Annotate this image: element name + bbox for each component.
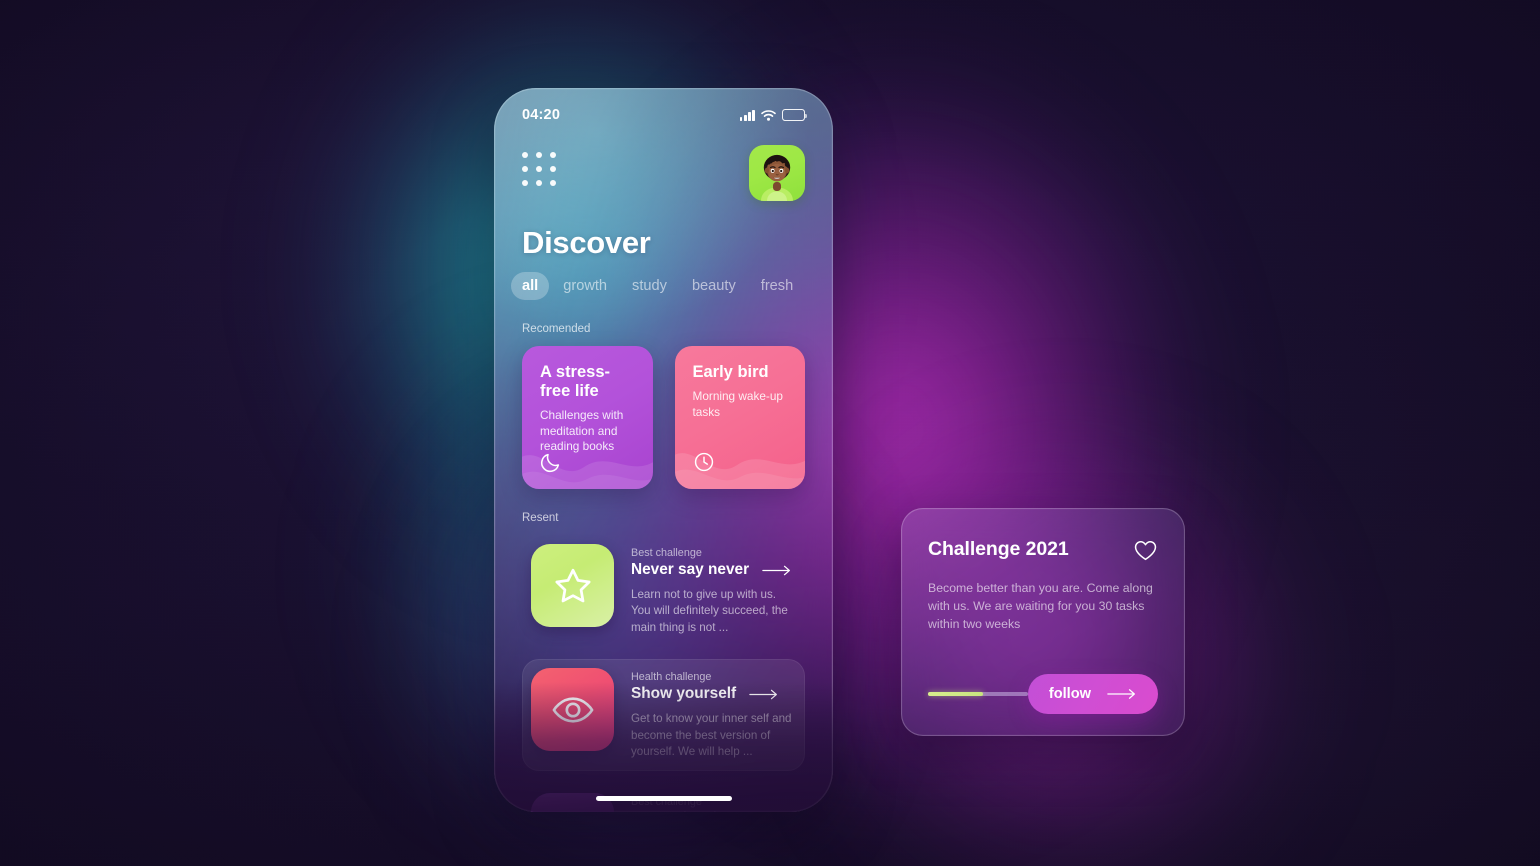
status-icons: [739, 109, 808, 121]
recent-item-kicker: Health challenge: [631, 671, 712, 684]
phone-screen: 04:20 Discover all growth study beauty f…: [494, 88, 833, 812]
recent-list: Best challenge Never say never Learn not…: [522, 535, 805, 812]
progress-bar-fill: [928, 692, 983, 696]
avatar[interactable]: [749, 145, 805, 201]
signal-bars-icon: [739, 109, 755, 121]
page-title: Discover: [522, 225, 651, 260]
heart-icon[interactable]: [1133, 539, 1158, 562]
recent-item-body: Health challenge Show yourself Get to kn…: [631, 668, 795, 760]
challenge-description: Become better than you are. Come along w…: [928, 581, 1153, 632]
recent-section-label: Resent: [522, 512, 559, 524]
wifi-icon: [761, 109, 776, 121]
recommended-cards: A stress-free life Challenges with medit…: [522, 346, 805, 489]
recent-item-description: Get to know your inner self and become t…: [631, 712, 792, 759]
phone-mockup: 04:20 Discover all growth study beauty f…: [494, 88, 833, 812]
challenge-title: Challenge 2021: [928, 538, 1069, 560]
recommended-card-subtitle: Challenges with meditation and reading b…: [540, 408, 624, 454]
challenge-card: Challenge 2021 Become better than you ar…: [901, 508, 1185, 736]
challenge-card-header: Challenge 2021: [928, 538, 1158, 562]
category-tabs: all growth study beauty fresh: [511, 272, 805, 300]
recommended-section-label: Recomended: [522, 323, 591, 335]
tab-beauty[interactable]: beauty: [681, 272, 747, 300]
follow-button[interactable]: follow: [1027, 674, 1158, 714]
moon-icon: [541, 453, 560, 472]
recent-item-title: Never say never: [631, 561, 750, 578]
recent-thumbnail: [531, 668, 614, 752]
arrow-right-icon[interactable]: [749, 689, 779, 700]
recommended-card-title: Early bird: [692, 363, 769, 381]
recent-item-kicker: Best challenge: [631, 547, 702, 559]
battery-icon: [782, 109, 808, 121]
recent-item-title: Beauty bomb: [631, 810, 722, 812]
recent-item-title: Show yourself: [631, 685, 737, 703]
status-time: 04:20: [522, 107, 561, 123]
eye-icon: [552, 697, 593, 723]
challenge-card-footer: follow: [928, 674, 1158, 714]
recent-item-title-row: Beauty bomb: [631, 810, 765, 812]
list-item[interactable]: Best challenge Never say never Learn not…: [522, 535, 805, 646]
recent-item-description: Learn not to give up with us. You will d…: [631, 588, 788, 634]
grid-menu-icon[interactable]: [522, 145, 556, 186]
recommended-card-early-bird[interactable]: Early bird Morning wake-up tasks: [674, 346, 805, 489]
tab-growth[interactable]: growth: [552, 272, 618, 300]
recent-item-body: Best challenge Never say never Learn not…: [631, 544, 795, 636]
list-item[interactable]: Health challenge Show yourself Get to kn…: [522, 659, 805, 771]
progress-bar: [928, 692, 1028, 696]
recommended-card-stress-free[interactable]: A stress-free life Challenges with medit…: [522, 346, 653, 489]
recommended-card-subtitle: Morning wake-up tasks: [692, 389, 784, 419]
recent-item-title-row: Never say never: [631, 561, 795, 579]
clock-icon: [694, 452, 713, 472]
header-row: [522, 145, 805, 201]
home-indicator[interactable]: [595, 795, 732, 801]
recent-item-title-row: Show yourself: [631, 685, 795, 703]
arrow-right-icon[interactable]: [762, 565, 792, 576]
status-bar: 04:20: [522, 88, 808, 128]
tab-fresh[interactable]: fresh: [750, 272, 804, 300]
avatar-face-illustration: [761, 154, 793, 201]
follow-button-label: follow: [1048, 686, 1091, 702]
arrow-right-icon: [1107, 689, 1135, 699]
recent-thumbnail: [531, 544, 614, 627]
tab-all[interactable]: all: [511, 272, 550, 300]
tab-study[interactable]: study: [621, 272, 678, 300]
star-icon: [554, 568, 591, 602]
recommended-card-title: A stress-free life: [540, 363, 611, 400]
